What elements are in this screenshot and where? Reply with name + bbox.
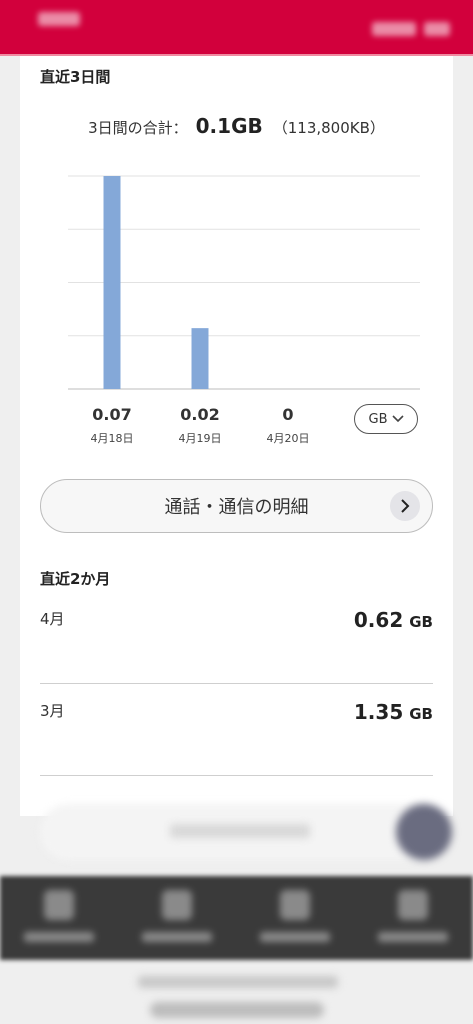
tab-label	[24, 932, 94, 942]
month-value: 1.35 GB	[354, 700, 433, 724]
tab-label	[378, 932, 448, 942]
app-header	[0, 0, 473, 56]
month-row: 3月 1.35 GB	[40, 684, 433, 776]
day-value: 0	[282, 405, 294, 424]
day-label-3: 0 4月20日	[248, 405, 328, 446]
month-label: 3月	[40, 702, 65, 720]
month-row: 4月 0.62 GB	[40, 592, 433, 684]
unit-select[interactable]: GB	[354, 404, 418, 434]
detail-button-label: 通話・通信の明細	[164, 497, 309, 518]
tab-item[interactable]	[118, 876, 236, 960]
total-kb: （113,800KB）	[272, 119, 385, 137]
bottom-tab-bar	[0, 876, 473, 960]
tab-label	[142, 932, 212, 942]
usage-bar-chart	[68, 175, 420, 390]
usage-card: 直近3日間 3日間の合計： 0.1GB （113,800KB） 0.07 4月18日…	[20, 56, 453, 816]
tab-icon	[162, 890, 192, 920]
day-value: 0.02	[180, 405, 220, 424]
tab-icon	[44, 890, 74, 920]
blurred-fab[interactable]	[396, 804, 452, 860]
month-value: 0.62 GB	[354, 608, 433, 632]
blurred-footer-text	[138, 976, 338, 988]
day-date: 4月18日	[90, 432, 134, 445]
header-title-blurred	[38, 12, 80, 26]
unit-select-value: GB	[368, 411, 388, 427]
day-label-2: 0.02 4月19日	[160, 405, 240, 446]
month-label: 4月	[40, 610, 65, 628]
blurred-action-label	[170, 824, 310, 838]
total-row: 3日間の合計： 0.1GB （113,800KB）	[20, 114, 453, 138]
day-date: 4月20日	[266, 432, 310, 445]
tab-item[interactable]	[236, 876, 354, 960]
chart-bar-2	[191, 328, 209, 389]
total-value: 0.1GB	[195, 114, 263, 138]
month-amount: 0.62	[353, 608, 404, 632]
chevron-right-icon	[390, 491, 420, 521]
day-value: 0.07	[92, 405, 132, 424]
day-label-1: 0.07 4月18日	[72, 405, 152, 446]
tab-icon	[398, 890, 428, 920]
month-unit: GB	[409, 705, 433, 723]
tab-item[interactable]	[354, 876, 472, 960]
tab-item[interactable]	[0, 876, 118, 960]
chevron-down-icon	[391, 415, 404, 423]
total-label: 3日間の合計：	[88, 119, 188, 137]
tab-icon	[280, 890, 310, 920]
recent-3days-title: 直近3日間	[40, 68, 111, 86]
tab-label	[260, 932, 330, 942]
header-user-blurred	[372, 22, 416, 36]
call-data-detail-button[interactable]: 通話・通信の明細	[40, 479, 433, 533]
month-unit: GB	[409, 613, 433, 631]
blurred-home-indicator	[150, 1002, 324, 1018]
day-date: 4月19日	[178, 432, 222, 445]
month-amount: 1.35	[353, 700, 404, 724]
chart-bar-1	[103, 176, 121, 389]
recent-2months-title: 直近2か月	[40, 570, 111, 588]
header-menu-blurred[interactable]	[424, 22, 450, 36]
